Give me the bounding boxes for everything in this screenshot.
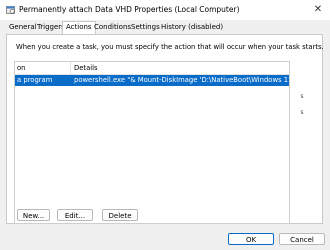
column-header-action[interactable]: on (17, 64, 25, 72)
row-action: a program (17, 76, 53, 84)
delete-button-label: Delete (108, 212, 132, 220)
actions-list[interactable]: on Details a program powershell.exe "& M… (14, 61, 290, 224)
ok-button-label: OK (245, 236, 257, 244)
ok-button[interactable]: OK (228, 233, 274, 245)
column-divider[interactable] (70, 62, 71, 74)
window-title: Permanently attach Data VHD Properties (… (19, 5, 240, 14)
title-bar: Permanently attach Data VHD Properties (… (0, 0, 330, 20)
task-icon (6, 5, 15, 14)
new-button[interactable]: New... (17, 209, 50, 221)
tab-history[interactable]: History (disabled) (158, 22, 226, 33)
tab-bar: General Triggers Actions Conditions Sett… (6, 21, 324, 35)
column-header-details[interactable]: Details (74, 64, 98, 72)
edit-button[interactable]: Edit... (57, 209, 93, 221)
move-down-button[interactable]: s (296, 109, 308, 121)
actions-panel: When you create a task, you must specify… (6, 34, 324, 224)
delete-button[interactable]: Delete (102, 209, 138, 221)
new-button-label: New... (22, 212, 45, 220)
cancel-button-label: Cancel (290, 236, 314, 244)
list-header: on Details (15, 62, 289, 75)
edit-button-label: Edit... (64, 212, 86, 220)
close-icon[interactable]: ✕ (312, 4, 324, 16)
table-row[interactable]: a program powershell.exe "& Mount-DiskIm… (15, 75, 289, 86)
move-up-button[interactable]: s (296, 93, 308, 105)
cancel-button[interactable]: Cancel (279, 233, 325, 245)
info-text: When you create a task, you must specify… (16, 43, 324, 51)
row-details: powershell.exe "& Mount-DiskImage 'D:\Na… (74, 76, 289, 84)
